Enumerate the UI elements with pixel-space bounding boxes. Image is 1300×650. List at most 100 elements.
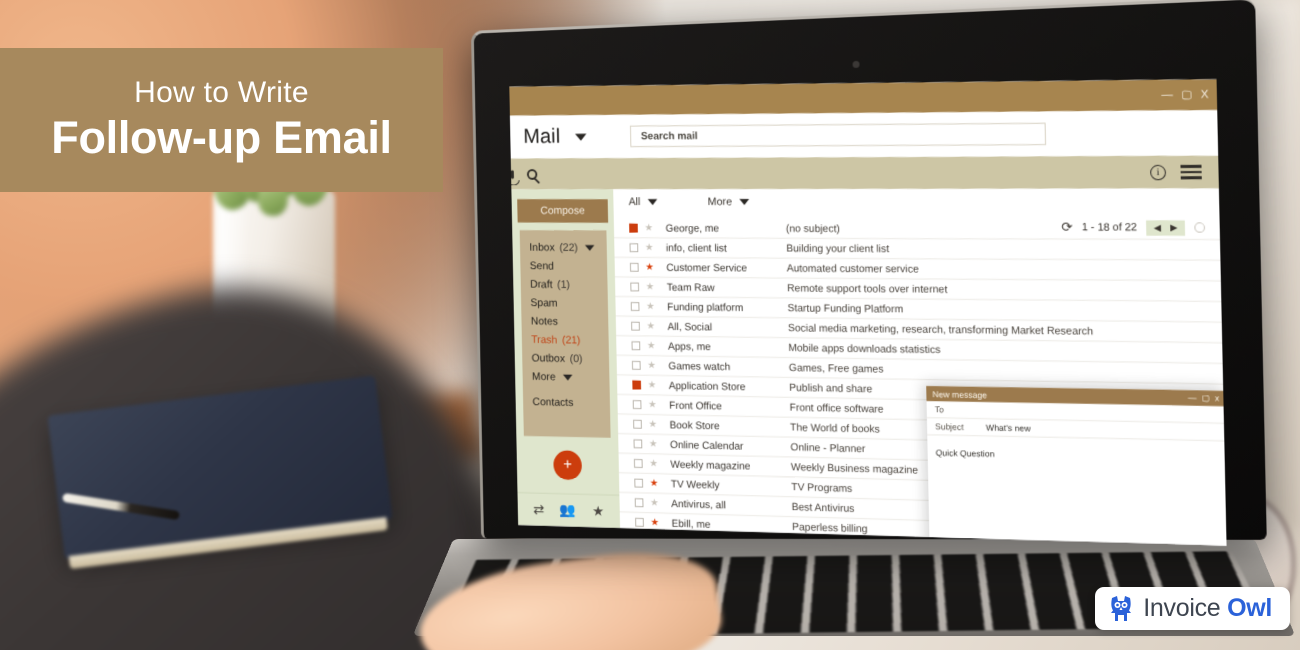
star-icon[interactable]: ★ — [648, 419, 657, 430]
select-all-dropdown[interactable]: All — [629, 196, 658, 208]
sidebar: Compose Inbox (22) Send Draft (1) Spam Notes Tr… — [511, 189, 621, 529]
row-checkbox[interactable] — [631, 321, 640, 331]
app-body: Compose Inbox (22) Send Draft (1) Spam Notes Tr… — [511, 188, 1227, 546]
star-icon[interactable]: ★ — [592, 503, 604, 520]
row-checkbox[interactable] — [635, 517, 644, 527]
star-icon[interactable]: ★ — [645, 262, 654, 273]
sidebar-item-send[interactable]: Send — [530, 260, 608, 272]
pagination-buttons: ◀ ▶ — [1146, 219, 1186, 236]
sidebar-item-outbox[interactable]: Outbox (0) — [532, 353, 610, 366]
row-checkbox[interactable] — [634, 498, 644, 508]
sidebar-item-inbox[interactable]: Inbox (22) — [529, 242, 607, 254]
row-checkbox[interactable] — [630, 302, 640, 311]
message-subject: Remote support tools over internet — [786, 282, 948, 296]
pagination-controls: ⟳ 1 - 18 of 22 ◀ ▶ — [1061, 219, 1206, 236]
chevron-down-icon[interactable] — [563, 374, 573, 381]
row-checkbox[interactable] — [632, 400, 642, 410]
sidebar-item-notes[interactable]: Notes — [531, 316, 609, 329]
sidebar-bottom-icons: ⇄ 👥 ★ — [517, 492, 621, 529]
refresh-icon[interactable]: ⟳ — [1061, 219, 1073, 235]
compose-subject-label: Subject — [934, 421, 964, 433]
next-page-button[interactable]: ▶ — [1170, 222, 1178, 233]
star-icon[interactable]: ★ — [650, 498, 659, 509]
logo-text: Invoice Owl — [1143, 594, 1272, 623]
prev-page-button[interactable]: ◀ — [1154, 222, 1161, 233]
more-actions-dropdown[interactable]: More — [708, 196, 750, 208]
hamburger-menu-icon[interactable] — [1180, 164, 1202, 180]
row-checkbox[interactable] — [633, 458, 643, 468]
message-sender: Front Office — [669, 399, 723, 412]
message-sender: Funding platform — [667, 300, 744, 314]
compose-minimize-button[interactable]: — — [1188, 393, 1197, 402]
star-icon[interactable]: ★ — [647, 340, 656, 351]
star-icon[interactable]: ★ — [645, 242, 654, 253]
row-checkbox[interactable] — [634, 478, 644, 488]
banner-line-1: How to Write — [134, 76, 309, 109]
star-icon[interactable]: ★ — [648, 399, 657, 410]
row-checkbox[interactable] — [629, 243, 639, 253]
star-icon[interactable]: ★ — [650, 478, 659, 489]
star-icon[interactable]: ★ — [647, 360, 656, 371]
message-sender: Customer Service — [666, 261, 748, 274]
chevron-down-icon[interactable] — [585, 245, 595, 251]
sidebar-item-label: Inbox — [529, 241, 555, 254]
message-subject: Building your client list — [786, 242, 890, 255]
row-checkbox[interactable] — [633, 439, 643, 449]
star-icon[interactable]: ★ — [646, 301, 655, 312]
compose-maximize-button[interactable]: ▢ — [1202, 393, 1210, 402]
window-maximize-button[interactable]: ▢ — [1181, 88, 1192, 100]
message-subject: Front office software — [789, 401, 884, 415]
sidebar-item-draft[interactable]: Draft (1) — [530, 279, 608, 291]
message-subject: Best Antivirus — [791, 500, 855, 515]
star-icon[interactable]: ★ — [646, 282, 655, 293]
row-checkbox[interactable] — [629, 262, 639, 272]
info-icon[interactable]: i — [1150, 164, 1167, 180]
row-checkbox[interactable] — [629, 223, 638, 233]
window-minimize-button[interactable]: — — [1161, 88, 1173, 100]
row-checkbox[interactable] — [632, 380, 642, 390]
app-header: Mail Search mail — [509, 110, 1219, 159]
compose-button[interactable]: Compose — [517, 199, 609, 223]
contacts-group-icon[interactable]: 👥 — [560, 502, 577, 519]
star-icon[interactable]: ★ — [649, 439, 658, 450]
sidebar-item-more[interactable]: More — [532, 371, 610, 384]
message-sender: Application Store — [668, 379, 746, 393]
message-subject: Publish and share — [789, 381, 873, 395]
compose-title: New message — [932, 388, 987, 400]
row-checkbox[interactable] — [633, 419, 642, 429]
chevron-down-icon[interactable] — [575, 133, 587, 141]
list-toolbar: All More — [613, 188, 1219, 215]
laptop-lid: — ▢ X Mail Search mail i Compose Inbox (… — [470, 0, 1267, 546]
message-sender: Online Calendar — [669, 438, 744, 452]
star-icon[interactable]: ★ — [649, 458, 658, 469]
row-checkbox[interactable] — [631, 341, 641, 351]
star-icon[interactable]: ★ — [650, 517, 659, 528]
star-icon[interactable]: ★ — [646, 321, 655, 332]
add-floating-action-button[interactable]: + — [553, 450, 583, 481]
chevron-down-icon — [647, 199, 658, 206]
swap-arrows-icon[interactable]: ⇄ — [533, 501, 544, 518]
invoiceowl-logo[interactable]: Invoice Owl — [1095, 587, 1290, 630]
more-actions-label: More — [707, 196, 733, 208]
sidebar-item-label: Send — [529, 260, 555, 273]
sidebar-item-spam[interactable]: Spam — [530, 297, 608, 309]
microphone-icon[interactable] — [510, 169, 514, 179]
row-checkbox[interactable] — [630, 282, 640, 292]
star-icon[interactable]: ★ — [644, 223, 653, 234]
compose-body[interactable]: Quick Question — [927, 435, 1226, 545]
compose-close-button[interactable]: x — [1215, 394, 1219, 403]
star-icon[interactable]: ★ — [648, 380, 657, 391]
message-subject: Games, Free games — [788, 361, 884, 375]
message-sender: Games watch — [668, 359, 731, 373]
sidebar-item-label: Trash — [531, 334, 558, 347]
window-close-button[interactable]: X — [1201, 88, 1209, 100]
row-checkbox[interactable] — [631, 360, 641, 370]
sidebar-item-count: (21) — [561, 334, 581, 347]
message-sender: Apps, me — [667, 340, 711, 353]
search-input[interactable]: Search mail — [630, 122, 1047, 148]
message-sender: Weekly magazine — [670, 458, 751, 472]
sidebar-item-trash[interactable]: Trash (21) — [531, 334, 609, 347]
folder-list: Inbox (22) Send Draft (1) Spam Notes Trash (21) O… — [519, 230, 611, 438]
search-icon[interactable] — [526, 168, 538, 180]
sidebar-item-contacts[interactable]: Contacts — [532, 396, 610, 409]
